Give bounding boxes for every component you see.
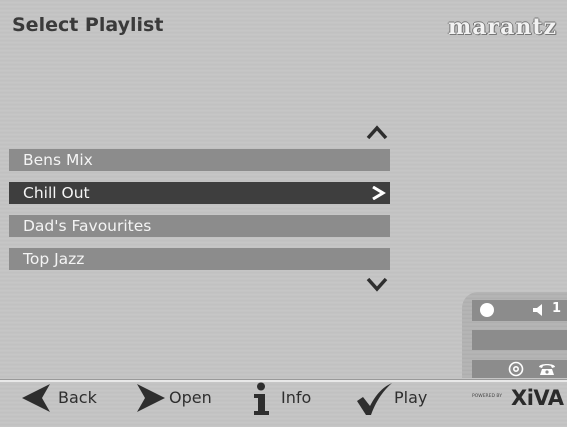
info-button[interactable]: Info	[251, 382, 321, 416]
speaker-icon	[533, 304, 542, 316]
status-bar-blank	[472, 330, 567, 350]
chevron-up-icon[interactable]	[366, 124, 388, 140]
powered-by-text: POWERED BY	[472, 394, 503, 399]
play-label: Play	[394, 388, 428, 407]
list-item-label: Chill Out	[23, 184, 90, 202]
open-label: Open	[169, 388, 212, 407]
status-led-icon	[480, 303, 494, 317]
back-button[interactable]: Back	[20, 382, 100, 416]
xiva-logo: XiVA	[511, 386, 564, 410]
chevron-down-icon[interactable]	[366, 276, 388, 292]
open-button[interactable]: Open	[133, 382, 218, 416]
status-bar-source	[472, 360, 567, 378]
info-icon	[254, 382, 269, 415]
phone-icon	[539, 364, 555, 375]
status-bar-power-volume: 1	[472, 300, 567, 321]
brand-logo: marantz	[447, 14, 557, 40]
list-item-label: Top Jazz	[23, 250, 85, 268]
list-item-label: Bens Mix	[23, 151, 93, 169]
chevron-right-icon	[372, 186, 386, 200]
list-item-selected[interactable]: Chill Out	[9, 182, 390, 204]
back-label: Back	[58, 388, 97, 407]
page-title: Select Playlist	[12, 14, 164, 36]
list-item[interactable]: Bens Mix	[9, 149, 390, 171]
checkmark-icon	[357, 383, 392, 415]
play-button[interactable]: Play	[356, 382, 436, 416]
status-panel: 1	[462, 292, 567, 378]
back-arrow-icon	[22, 384, 50, 412]
list-item[interactable]: Top Jazz	[9, 248, 390, 270]
volume-level: 1	[552, 301, 562, 316]
info-label: Info	[281, 388, 312, 407]
disc-icon	[508, 361, 524, 377]
playlist-list: Bens Mix Chill Out Dad's Favourites Top …	[9, 149, 390, 281]
list-item[interactable]: Dad's Favourites	[9, 215, 390, 237]
list-item-label: Dad's Favourites	[23, 217, 152, 235]
open-arrow-icon	[137, 384, 165, 412]
